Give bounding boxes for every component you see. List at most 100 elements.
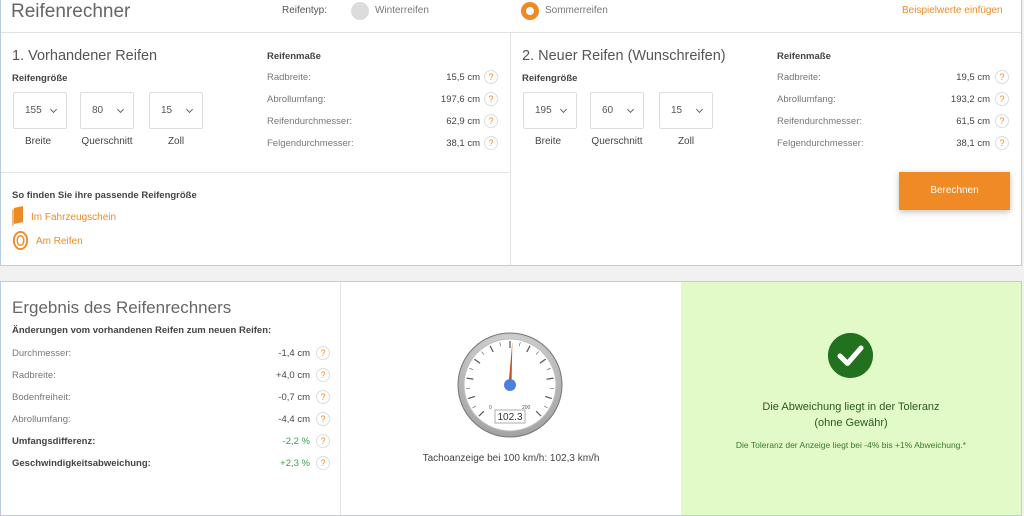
new-dim-label: Reifendurchmesser: — [777, 116, 863, 127]
new-width-label: Breite — [534, 136, 562, 147]
help-icon[interactable]: ? — [995, 70, 1009, 84]
existing-profile-label: Querschnitt — [81, 136, 133, 147]
tire-icon — [12, 231, 29, 250]
new-rim-label: Zoll — [677, 136, 695, 147]
result-row-label: Umfangsdifferenz: — [12, 436, 96, 447]
new-dim-label: Radbreite: — [777, 72, 821, 83]
existing-dim-label: Reifendurchmesser: — [267, 116, 353, 127]
result-divider — [340, 282, 341, 515]
chevron-down-icon — [49, 105, 58, 114]
help-icon[interactable]: ? — [316, 412, 330, 426]
result-row-label: Abrollumfang: — [12, 414, 71, 425]
result-row-value: -1,4 cm — [278, 348, 310, 359]
chevron-down-icon — [626, 105, 635, 114]
existing-dim-label: Felgendurchmesser: — [267, 138, 354, 149]
new-profile-select[interactable]: 60 — [590, 92, 644, 129]
result-subtitle: Änderungen vom vorhandenen Reifen zum ne… — [12, 325, 272, 336]
column-divider — [510, 33, 511, 265]
help-icon[interactable]: ? — [316, 346, 330, 360]
existing-profile-value: 80 — [92, 105, 104, 116]
existing-width-value: 155 — [25, 105, 42, 116]
find-size-title: So finden Sie ihre passende Reifengröße — [12, 190, 197, 201]
new-dim-label: Abrollumfang: — [777, 94, 836, 105]
help-icon[interactable]: ? — [995, 92, 1009, 106]
new-tire-title: 2. Neuer Reifen (Wunschreifen) — [522, 48, 726, 64]
find-divider — [1, 172, 510, 173]
new-profile-value: 60 — [602, 105, 614, 116]
existing-rim-label: Zoll — [167, 136, 185, 147]
help-icon[interactable]: ? — [484, 92, 498, 106]
help-icon[interactable]: ? — [316, 456, 330, 470]
tire-type-label: Reifentyp: — [282, 5, 328, 16]
result-row-label: Radbreite: — [12, 370, 56, 381]
existing-tire-title: 1. Vorhandener Reifen — [12, 48, 158, 64]
page-title: Reifenrechner — [11, 1, 131, 22]
help-icon[interactable]: ? — [484, 136, 498, 150]
help-icon[interactable]: ? — [316, 368, 330, 382]
radio-winter[interactable] — [351, 2, 369, 20]
new-dim-label: Felgendurchmesser: — [777, 138, 864, 149]
new-dim-value: 193,2 cm — [950, 94, 990, 105]
chevron-down-icon — [559, 105, 568, 114]
document-icon — [12, 206, 23, 226]
calculator-panel — [0, 0, 1022, 266]
help-icon[interactable]: ? — [316, 390, 330, 404]
new-dim-value: 38,1 cm — [956, 138, 990, 149]
speedometer-caption: Tachoanzeige bei 100 km/h: 102,3 km/h — [422, 453, 600, 464]
new-dim-value: 19,5 cm — [956, 72, 990, 83]
existing-dims-title: Reifenmaße — [267, 51, 321, 62]
result-title: Ergebnis des Reifenrechners — [12, 298, 232, 317]
result-row-value: -2,2 % — [282, 436, 310, 447]
result-row-value: -0,7 cm — [278, 392, 310, 403]
checkmark-icon — [828, 333, 873, 378]
tolerance-disclaimer: (ohne Gewähr) — [814, 417, 888, 429]
chevron-down-icon — [185, 105, 194, 114]
calculate-button[interactable]: Berechnen — [899, 172, 1010, 210]
radio-winter-label[interactable]: Winterreifen — [375, 5, 429, 16]
gauge-tick-min: 0 — [489, 405, 492, 411]
tolerance-headline: Die Abweichung liegt in der Toleranz — [762, 401, 940, 413]
new-width-select[interactable]: 195 — [523, 92, 577, 129]
example-values-link[interactable]: Beispielwerte einfügen — [902, 5, 1003, 16]
existing-width-select[interactable]: 155 — [13, 92, 67, 129]
vehicle-registration-link[interactable]: Im Fahrzeugschein — [31, 212, 116, 223]
existing-rim-value: 15 — [161, 105, 173, 116]
radio-summer-label[interactable]: Sommerreifen — [545, 5, 608, 16]
existing-rim-select[interactable]: 15 — [149, 92, 203, 129]
existing-dim-value: 38,1 cm — [446, 138, 480, 149]
new-width-value: 195 — [535, 105, 552, 116]
existing-dim-value: 15,5 cm — [446, 72, 480, 83]
result-row-value: +4,0 cm — [275, 370, 310, 381]
help-icon[interactable]: ? — [995, 114, 1009, 128]
new-profile-label: Querschnitt — [591, 136, 643, 147]
help-icon[interactable]: ? — [484, 70, 498, 84]
result-row-label: Geschwindigkeitsabweichung: — [12, 458, 151, 469]
new-size-label: Reifengröße — [522, 73, 578, 84]
help-icon[interactable]: ? — [484, 114, 498, 128]
existing-dim-label: Abrollumfang: — [267, 94, 326, 105]
new-rim-select[interactable]: 15 — [659, 92, 713, 129]
existing-size-label: Reifengröße — [12, 73, 68, 84]
gauge-reading: 102.3 — [497, 412, 522, 423]
result-row-label: Durchmesser: — [12, 348, 72, 359]
result-row-label: Bodenfreiheit: — [12, 392, 71, 403]
new-dim-value: 61,5 cm — [956, 116, 990, 127]
help-icon[interactable]: ? — [316, 434, 330, 448]
existing-profile-select[interactable]: 80 — [80, 92, 134, 129]
chevron-down-icon — [116, 105, 125, 114]
speedometer-gauge: 0 200 102.3 — [457, 332, 563, 438]
tolerance-note: Die Toleranz der Anzeige liegt bei -4% b… — [735, 440, 967, 450]
existing-dim-value: 62,9 cm — [446, 116, 480, 127]
result-row-value: -4,4 cm — [278, 414, 310, 425]
help-icon[interactable]: ? — [995, 136, 1009, 150]
existing-dim-label: Radbreite: — [267, 72, 311, 83]
tolerance-box — [681, 282, 1021, 515]
on-tire-link[interactable]: Am Reifen — [36, 236, 83, 247]
radio-summer[interactable] — [521, 2, 539, 20]
new-rim-value: 15 — [671, 105, 683, 116]
gauge-hub — [504, 379, 516, 391]
chevron-down-icon — [695, 105, 704, 114]
existing-dim-value: 197,6 cm — [440, 94, 480, 105]
header-divider — [1, 32, 1021, 33]
result-row-value: +2,3 % — [280, 458, 310, 469]
